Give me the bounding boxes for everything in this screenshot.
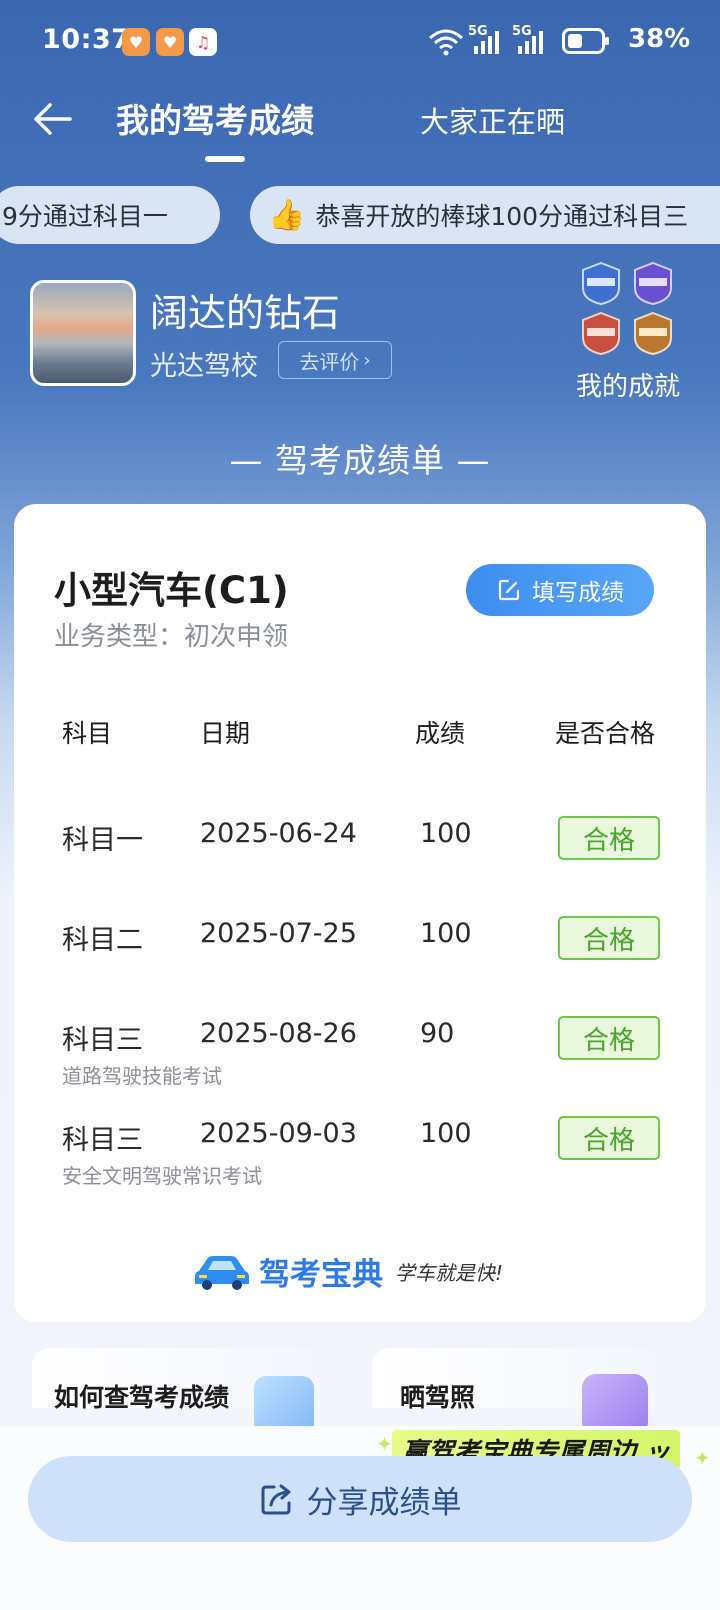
- achievement-badges[interactable]: [574, 260, 682, 360]
- row-subject: 科目三: [62, 1125, 143, 1156]
- column-header-date: 日期: [200, 719, 251, 748]
- heart-app-icon: ♥: [122, 28, 150, 56]
- share-icon: [261, 1484, 290, 1515]
- signal-icon: [474, 31, 499, 54]
- badge-gold-icon: [634, 311, 672, 356]
- badge-red-icon: [582, 311, 620, 356]
- fill-score-button[interactable]: 填写成绩: [466, 564, 654, 616]
- how-to-check-scores-card[interactable]: 如何查驾考成绩: [32, 1348, 348, 1436]
- ticker-text: 9分通过科目一: [2, 202, 168, 231]
- row-score: 100: [420, 1118, 472, 1149]
- chevron-right-icon: ›: [363, 349, 371, 371]
- row-subject: 科目三: [62, 1025, 143, 1056]
- brand-slogan: 学车就是快!: [395, 1260, 504, 1285]
- show-license-card[interactable]: 晒驾照: [372, 1348, 688, 1436]
- car-logo-icon: [195, 1256, 249, 1290]
- user-name: 阔达的钻石: [150, 291, 341, 335]
- row-score: 100: [420, 918, 472, 949]
- row-score: 100: [420, 818, 472, 849]
- row-note: 道路驾驶技能考试: [62, 1064, 222, 1088]
- sparkle-icon: ✦: [694, 1446, 711, 1470]
- rate-button-label: 去评价: [299, 349, 360, 374]
- battery-icon: [562, 28, 609, 54]
- signal-icon-2: [518, 31, 543, 54]
- pass-badge: 合格: [558, 816, 660, 860]
- tab-my-scores[interactable]: 我的驾考成绩: [116, 94, 314, 142]
- table-row: 科目二 2025-07-25 100 合格: [0, 916, 720, 988]
- sparkle-icon: ✦: [376, 1432, 393, 1456]
- column-header-pass: 是否合格: [555, 719, 656, 748]
- battery-percent: 38%: [628, 24, 691, 54]
- column-header-score: 成绩: [415, 719, 466, 748]
- row-score: 90: [420, 1018, 455, 1049]
- score-sheet-title: — 驾考成绩单 —: [229, 441, 491, 480]
- music-app-icon: ♫: [189, 28, 217, 56]
- how-to-check-title: 如何查驾考成绩: [54, 1383, 230, 1412]
- brand-logo-row: 驾考宝典 学车就是快!: [193, 1246, 533, 1296]
- driving-school-name: 光达驾校: [150, 351, 258, 382]
- share-score-sheet-button[interactable]: 分享成绩单: [28, 1456, 692, 1542]
- pass-badge: 合格: [558, 1116, 660, 1160]
- vehicle-type: 小型汽车(C1): [54, 569, 289, 612]
- row-note: 安全文明驾驶常识考试: [62, 1164, 262, 1188]
- tab-everyone-sharing[interactable]: 大家正在晒: [420, 99, 565, 141]
- fill-score-label: 填写成绩: [532, 580, 624, 606]
- row-date: 2025-06-24: [200, 818, 357, 849]
- row-date: 2025-07-25: [200, 918, 357, 949]
- rate-school-button[interactable]: 去评价 ›: [278, 341, 392, 379]
- active-tab-indicator: [205, 156, 245, 162]
- status-bar: 10:37 ♥ ♥ ♫ 5G 5G 38%: [0, 0, 720, 84]
- share-button-label: 分享成绩单: [306, 1484, 462, 1521]
- edit-icon: [498, 579, 520, 601]
- badge-blue-icon: [582, 261, 620, 306]
- column-header-subject: 科目: [62, 719, 113, 748]
- ticker-text: 恭喜开放的棒球100分通过科目三: [315, 202, 689, 231]
- wifi-icon: [429, 29, 463, 56]
- brand-name: 驾考宝典: [259, 1256, 383, 1293]
- thumbs-up-icon: 👍: [268, 197, 306, 233]
- row-subject: 科目二: [62, 925, 143, 956]
- table-row: 科目三 2025-08-26 90 合格 道路驾驶技能考试: [0, 1016, 720, 1088]
- heart-app-icon: ♥: [156, 28, 184, 56]
- status-time: 10:37: [42, 24, 131, 55]
- back-arrow-icon[interactable]: [30, 96, 76, 142]
- business-type: 业务类型：初次申领: [54, 622, 289, 652]
- ticker-item[interactable]: 9分通过科目一: [0, 186, 220, 244]
- my-achievements-label[interactable]: 我的成就: [576, 366, 680, 403]
- ticker-item[interactable]: 👍 恭喜开放的棒球100分通过科目三: [250, 186, 720, 244]
- row-date: 2025-09-03: [200, 1118, 357, 1149]
- row-date: 2025-08-26: [200, 1018, 357, 1049]
- row-subject: 科目一: [62, 825, 143, 856]
- table-row: 科目三 2025-09-03 100 合格 安全文明驾驶常识考试: [0, 1116, 720, 1188]
- avatar[interactable]: [30, 280, 136, 386]
- table-row: 科目一 2025-06-24 100 合格: [0, 816, 720, 888]
- pass-badge: 合格: [558, 916, 660, 960]
- pass-badge: 合格: [558, 1016, 660, 1060]
- show-license-title: 晒驾照: [400, 1383, 476, 1412]
- badge-purple-icon: [634, 261, 672, 306]
